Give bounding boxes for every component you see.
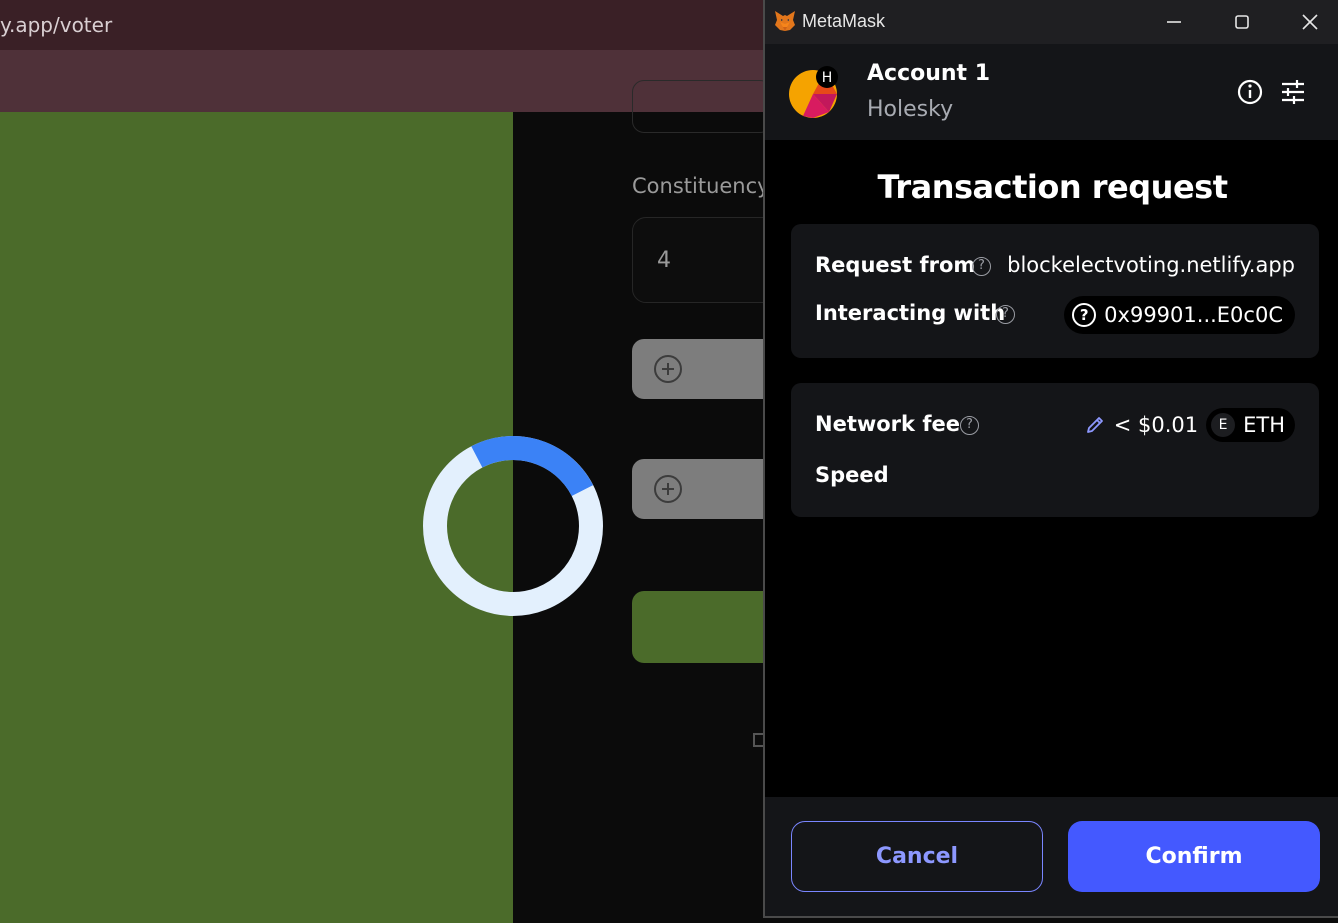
confirm-button[interactable]: Confirm — [1068, 821, 1320, 892]
transaction-request-title: Transaction request — [877, 168, 1228, 206]
request-from-value: blockelectvoting.netlify.app — [1007, 253, 1295, 277]
network-fee-value-group: < $0.01 E ETH — [1084, 408, 1295, 442]
account-name: Account 1 — [867, 61, 991, 86]
previous-input-field[interactable] — [632, 80, 772, 133]
action-footer: Cancel Confirm — [765, 797, 1338, 916]
info-icon[interactable] — [1236, 78, 1264, 106]
loading-spinner — [423, 436, 603, 616]
maximize-icon — [1235, 15, 1249, 29]
metamask-fox-icon — [775, 11, 795, 31]
token-pill: E ETH — [1206, 408, 1295, 442]
settings-sliders-icon[interactable] — [1279, 78, 1307, 106]
interacting-with-label: Interacting with — [815, 301, 1006, 325]
help-icon[interactable]: ? — [960, 416, 979, 435]
add-button-1[interactable] — [632, 339, 782, 399]
help-icon[interactable]: ? — [996, 305, 1015, 324]
network-badge-letter: H — [822, 70, 833, 86]
window-title: MetaMask — [802, 11, 886, 31]
network-fee-value: < $0.01 — [1113, 413, 1199, 437]
constituency-input[interactable]: 4 — [632, 217, 782, 303]
add-button-2[interactable] — [632, 459, 782, 519]
plus-circle-icon — [654, 355, 682, 383]
network-fee-card: Network fee ? < $0.01 E ETH Speed — [791, 383, 1319, 517]
close-button[interactable] — [1290, 8, 1330, 36]
unknown-contract-icon: ? — [1072, 303, 1097, 327]
request-details-card: Request from ? blockelectvoting.netlify.… — [791, 224, 1319, 358]
contract-address: 0x99901...E0c0C — [1104, 303, 1283, 327]
maximize-button[interactable] — [1222, 8, 1262, 36]
speed-label: Speed — [815, 463, 889, 487]
minimize-icon — [1167, 21, 1181, 23]
url-text[interactable]: y.app/voter — [0, 13, 112, 37]
account-avatar[interactable]: H — [789, 66, 839, 118]
metamask-titlebar: MetaMask — [765, 0, 1338, 44]
constituency-label: Constituency — [632, 174, 770, 198]
network-name: Holesky — [867, 97, 954, 122]
account-header: H Account 1 Holesky — [765, 44, 1338, 140]
minimize-button[interactable] — [1154, 8, 1194, 36]
help-icon[interactable]: ? — [972, 257, 991, 276]
token-symbol: ETH — [1243, 413, 1285, 437]
constituency-value: 4 — [657, 248, 671, 273]
metamask-window: MetaMask H Account 1 Holesky Transaction… — [763, 0, 1338, 918]
request-from-label: Request from — [815, 253, 976, 277]
cancel-button[interactable]: Cancel — [791, 821, 1043, 892]
plus-circle-icon — [654, 475, 682, 503]
eth-token-icon: E — [1211, 413, 1236, 437]
close-icon — [1302, 14, 1318, 30]
submit-button[interactable] — [632, 591, 782, 663]
edit-pencil-icon[interactable] — [1084, 414, 1106, 436]
network-fee-label: Network fee — [815, 412, 960, 436]
contract-address-pill[interactable]: ? 0x99901...E0c0C — [1064, 296, 1295, 334]
